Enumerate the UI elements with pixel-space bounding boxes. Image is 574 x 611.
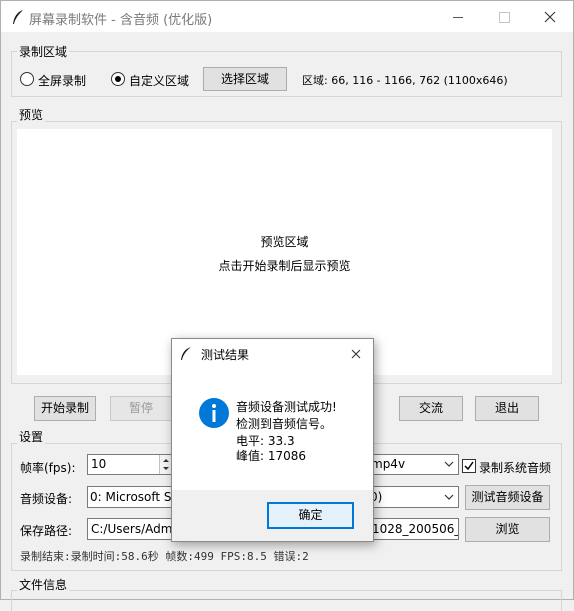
close-button[interactable] — [527, 2, 573, 32]
system-audio-label[interactable]: 录制系统音频 — [479, 459, 551, 476]
fps-spinbox[interactable]: 10 — [87, 454, 173, 475]
chevron-down-icon — [444, 494, 454, 500]
codec-select[interactable]: mp4v — [368, 454, 459, 475]
pause-button[interactable]: 暂停 — [110, 396, 172, 421]
browse-button[interactable]: 浏览 — [465, 517, 550, 542]
settings-legend: 设置 — [17, 428, 46, 445]
audio-device-label: 音频设备: — [20, 492, 73, 506]
region-readout: 区域: 66, 116 - 1166, 762 (1100x646) — [302, 74, 508, 87]
file-info-frame — [11, 590, 562, 611]
maximize-button[interactable] — [481, 2, 527, 32]
chevron-down-icon — [444, 461, 454, 467]
dialog-message-line1: 音频设备测试成功! — [236, 400, 337, 414]
start-record-button[interactable]: 开始录制 — [34, 396, 96, 421]
fps-value: 10 — [91, 457, 107, 471]
record-area-legend: 录制区域 — [17, 43, 70, 60]
dialog-title: 测试结果 — [201, 348, 250, 362]
close-icon — [544, 11, 556, 23]
save-path-suffix: 1028_200506_v — [372, 522, 459, 536]
fullscreen-radio[interactable] — [20, 72, 34, 86]
preview-title: 预览区域 — [260, 235, 309, 249]
save-path-value: C:/Users/Adm — [91, 522, 173, 536]
close-icon — [351, 349, 361, 359]
custom-area-label[interactable]: 自定义区域 — [129, 72, 189, 89]
custom-area-radio[interactable] — [111, 72, 125, 86]
feather-icon — [181, 347, 191, 360]
fps-label: 帧率(fps): — [20, 461, 76, 475]
title-bar: 屏幕录制软件 - 含音频 (优化版) — [1, 1, 573, 32]
fullscreen-label[interactable]: 全屏录制 — [38, 72, 86, 89]
file-info-legend: 文件信息 — [17, 576, 70, 593]
maximize-icon — [499, 12, 510, 23]
feather-icon — [13, 10, 23, 24]
save-path-label: 保存路径: — [20, 524, 73, 538]
exchange-button[interactable]: 交流 — [399, 396, 463, 421]
dialog-message-line2: 检测到音频信号。 — [236, 417, 333, 431]
dialog-peak: 峰值: 17086 — [236, 449, 307, 463]
select-area-button[interactable]: 选择区域 — [203, 67, 287, 91]
preview-legend: 预览 — [17, 106, 46, 123]
dialog-footer: 确定 — [172, 490, 373, 541]
ok-button[interactable]: 确定 — [267, 502, 354, 529]
info-icon — [199, 398, 229, 428]
dialog-close-button[interactable] — [342, 341, 370, 367]
audio-device-value: 0: Microsoft S — [90, 490, 172, 504]
preview-hint: 点击开始录制后显示预览 — [218, 259, 351, 273]
exit-button[interactable]: 退出 — [475, 396, 539, 421]
test-result-dialog: 测试结果 音频设备测试成功! 检测到音频信号。 电平: 33.3 峰值: 170… — [171, 338, 374, 542]
system-audio-checkbox[interactable] — [462, 459, 476, 473]
minimize-icon — [453, 17, 463, 18]
test-audio-button[interactable]: 测试音频设备 — [465, 485, 550, 510]
status-line: 录制结束:录制时间:58.6秒 帧数:499 FPS:8.5 错误:2 — [20, 550, 309, 563]
window-title: 屏幕录制软件 - 含音频 (优化版) — [29, 13, 213, 28]
checkmark-icon — [464, 461, 474, 471]
minimize-button[interactable] — [435, 2, 481, 32]
codec-value: mp4v — [371, 457, 406, 471]
